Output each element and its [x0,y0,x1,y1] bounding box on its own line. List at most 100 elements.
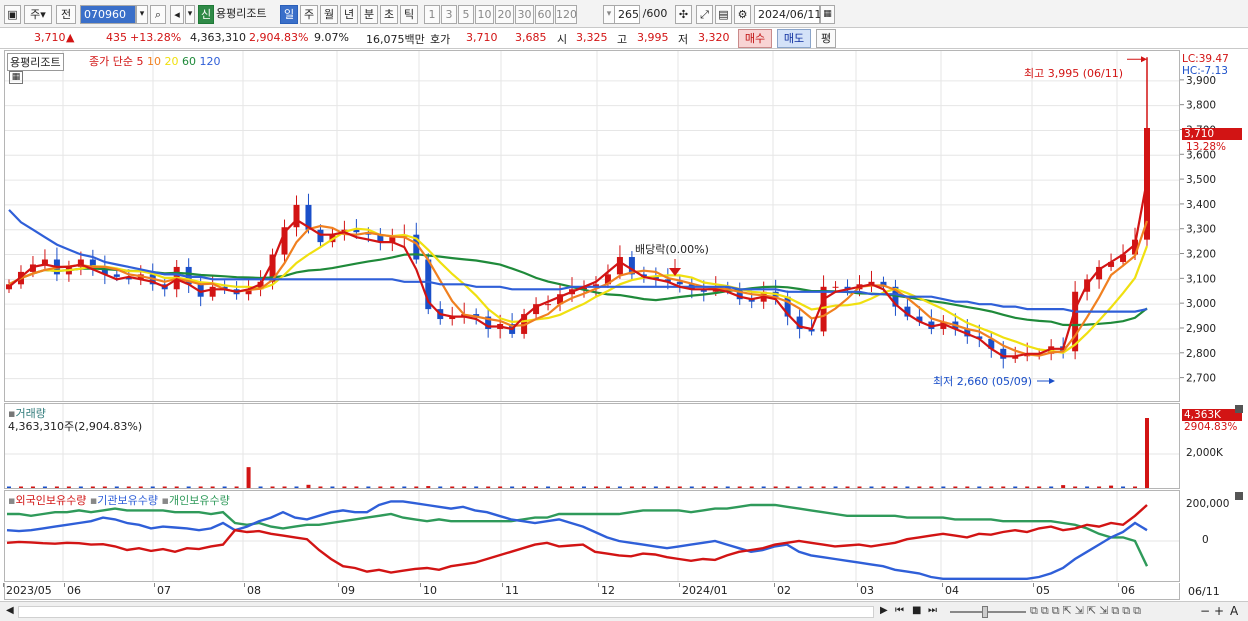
ma-legend-120[interactable]: 120 [196,55,220,68]
x-tick [154,583,155,587]
minute-step-1[interactable]: 1 [424,5,440,24]
count-input[interactable]: 265 [614,5,640,24]
stop-icon[interactable]: ■ [912,605,921,616]
volume-bar [821,486,826,488]
volume-bar [330,486,335,488]
window-menu-icon[interactable]: ▣ [4,5,21,24]
minute-step-10[interactable]: 10 [475,5,494,24]
low-price: 3,320 [698,31,730,44]
calculator-icon[interactable]: ▦ [9,71,23,84]
volume-bar [689,486,694,488]
period-tab-4[interactable]: 분 [360,5,378,24]
drawing-tools-icons[interactable]: ⧉⧉⧉⇱⇲⇱⇲⧉⧉⧉ [1030,604,1144,618]
last-price-tag: 3,710 [1182,128,1242,140]
minute-step-5[interactable]: 5 [458,5,474,24]
volume-bar [318,486,323,488]
price-chart-panel[interactable]: 용평리조트 종가 단순 5 10 20 60 120 ▦ 최고 3,995 (0… [4,50,1180,402]
save-icon[interactable]: ▤ [715,5,732,24]
buy-button[interactable]: 매수 [738,29,772,48]
speaker-dropdown-icon[interactable]: ▾ [185,5,195,24]
volume-panel[interactable]: ▪거래량 4,363,310주(2,904.83%) [4,403,1180,489]
holdings-legend-2[interactable]: 개인보유수량 [169,494,230,507]
volume-bar [929,486,934,488]
holdings-legend-0[interactable]: 외국인보유수량 [15,494,89,507]
search-icon[interactable]: ⌕ [150,5,166,24]
holdings-panel-close-icon[interactable] [1235,492,1243,500]
period-tab-2[interactable]: 월 [320,5,338,24]
turnover-rate: 9.07% [314,31,349,44]
y-tick-label: 2,900 [1186,323,1216,335]
current-price: 3,710 [34,31,66,44]
volume-bar [1061,485,1066,488]
y-tick-label: 3,800 [1186,100,1216,112]
minute-step-120[interactable]: 120 [555,5,577,24]
ma-legend-10[interactable]: 10 [143,55,161,68]
x-label-5: 10 [423,584,437,597]
volume-bar [581,486,586,488]
period-tab-6[interactable]: 틱 [400,5,418,24]
zoom-in-icon[interactable]: + [1214,604,1224,618]
volume-bar [953,486,958,488]
volume-bar [593,486,598,488]
volume-bar [174,486,179,488]
minute-step-60[interactable]: 60 [535,5,554,24]
volume-bar [737,486,742,488]
volume-bar [725,486,730,488]
draw-tool-icon[interactable]: ⤢ [696,5,713,24]
volume-bar [1109,485,1114,488]
x-tick [64,583,65,587]
x-tick [3,583,4,587]
market-select[interactable]: 주▾ [24,5,52,24]
scroll-right-icon[interactable]: ▶ [880,605,888,616]
code-dropdown-icon[interactable]: ▾ [136,5,148,24]
panel-close-icon[interactable] [1235,405,1243,413]
prev-button[interactable]: 전 [56,5,76,24]
period-tab-5[interactable]: 초 [380,5,398,24]
volume-bar [701,486,706,488]
date-input[interactable]: 2024/06/11 [754,5,821,24]
holdings-y-tick-zero: 0 [1202,534,1209,546]
volume-bar [378,486,383,488]
volume-bar [605,486,610,488]
settings-gear-icon[interactable]: ⚙ [734,5,751,24]
speaker-icon[interactable]: ◂ [170,5,184,24]
volume-bar [498,486,503,488]
scroll-left-icon[interactable]: ◀ [6,605,14,616]
volume-bar [965,486,970,488]
ma-legend-20[interactable]: 20 [161,55,178,68]
zoom-slider[interactable] [950,611,1026,613]
volume-bar [629,486,634,488]
ma-legend-60[interactable]: 60 [178,55,196,68]
volume-bar [809,486,814,488]
volume-bar [114,486,119,488]
volume-bar [713,486,718,488]
volume-subtitle: 4,363,310주(2,904.83%) [8,420,143,433]
holdings-legend-1[interactable]: 기관보유수량 [97,494,161,507]
volume-bar [534,486,539,488]
x-label-8: 2024/01 [682,584,728,597]
volume-bar [150,486,155,488]
sell-button[interactable]: 매도 [777,29,811,48]
zoom-slider-handle[interactable] [982,606,988,618]
font-size-icon[interactable]: A [1230,604,1238,618]
minute-step-20[interactable]: 20 [495,5,514,24]
crosshair-tool-icon[interactable]: ✣ [675,5,692,24]
last-page-icon[interactable]: ⏭ [928,605,937,616]
zoom-out-icon[interactable]: − [1200,604,1210,618]
minute-step-30[interactable]: 30 [515,5,534,24]
stock-code-input[interactable]: 070960 [80,5,136,24]
minute-step-3[interactable]: 3 [441,5,457,24]
period-tab-0[interactable]: 일 [280,5,298,24]
first-page-icon[interactable]: ⏮ [895,605,904,616]
volume-last-tag: 4,363K [1182,409,1242,421]
calendar-icon[interactable]: ▦ [820,5,835,24]
flat-button[interactable]: 평 [816,29,836,48]
volume-chart-svg[interactable] [5,404,1179,488]
volume-bar [78,486,83,488]
period-tab-3[interactable]: 년 [340,5,358,24]
horizontal-scrollbar[interactable] [18,606,874,618]
period-tab-1[interactable]: 주 [300,5,318,24]
volume-bar [1121,486,1126,488]
price-chart-svg[interactable] [5,51,1179,401]
holdings-panel[interactable]: ▪외국인보유수량 ▪기관보유수량 ▪개인보유수량 [4,490,1180,582]
